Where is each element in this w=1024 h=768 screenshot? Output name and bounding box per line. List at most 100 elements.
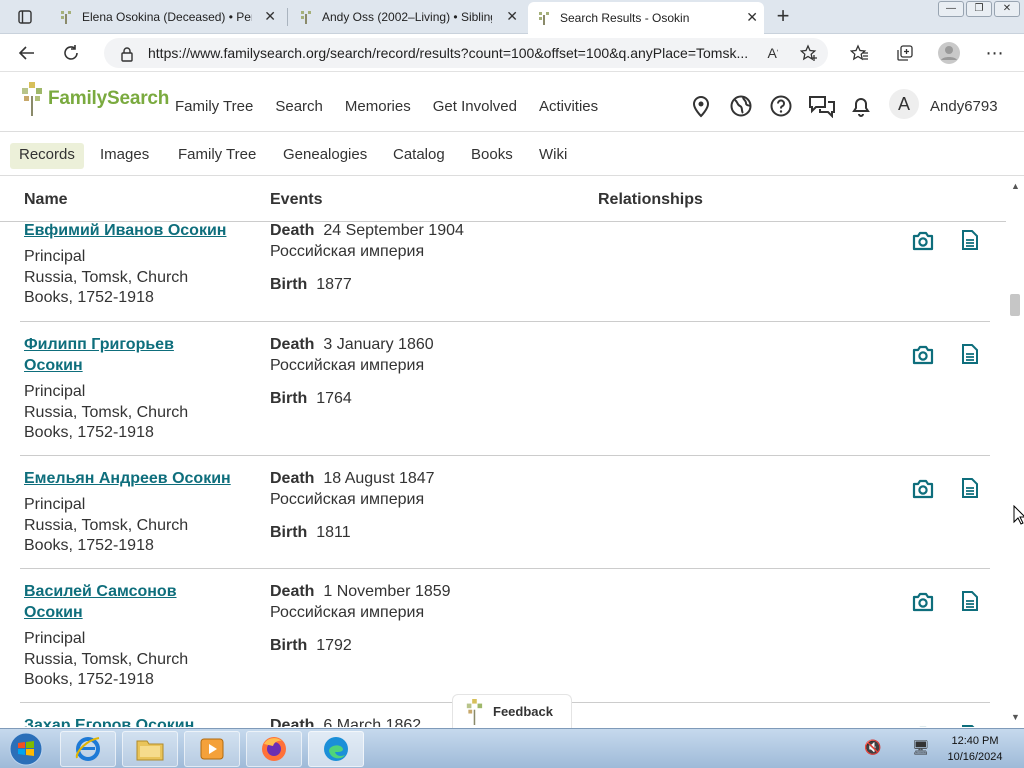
refresh-icon[interactable] <box>58 40 84 66</box>
address-bar[interactable]: https://www.familysearch.org/search/reco… <box>104 38 828 68</box>
death-label: Death <box>270 583 315 600</box>
scroll-down-arrow-icon[interactable]: ▼ <box>1011 712 1020 722</box>
close-tab-icon[interactable]: ✕ <box>506 8 518 25</box>
name-line-2[interactable]: Осокин <box>24 357 83 374</box>
taskbar-file-explorer[interactable] <box>122 731 178 767</box>
subnav-records[interactable]: Records <box>10 143 84 169</box>
name-line-2[interactable]: Осокин <box>24 604 83 621</box>
nav-family-tree[interactable]: Family Tree <box>175 98 253 115</box>
death-place: Российская империя <box>270 243 425 260</box>
familysearch-tree-icon <box>466 698 483 725</box>
feedback-button[interactable]: Feedback <box>452 694 572 728</box>
nav-memories[interactable]: Memories <box>345 98 411 115</box>
document-icon[interactable] <box>960 229 980 251</box>
name-line-1[interactable]: Василей Самсонов <box>24 583 177 600</box>
camera-icon[interactable] <box>911 478 935 500</box>
favorites-icon[interactable] <box>846 40 872 66</box>
document-icon[interactable] <box>960 343 980 365</box>
column-events-header[interactable]: Events <box>270 191 322 209</box>
close-tab-icon[interactable]: ✕ <box>746 9 758 26</box>
notifications-bell-icon[interactable] <box>849 94 873 118</box>
camera-icon[interactable] <box>911 591 935 613</box>
subnav-images[interactable]: Images <box>91 143 158 169</box>
person-name-link[interactable]: Емельян Андреев Осокин <box>24 468 254 489</box>
subnav-genealogies[interactable]: Genealogies <box>274 143 376 169</box>
internet-explorer-icon <box>75 737 100 761</box>
page-scrollbar[interactable]: ▲ ▼ <box>1006 176 1024 728</box>
birth-label: Birth <box>270 637 308 654</box>
username[interactable]: Andy6793 <box>930 98 998 115</box>
document-icon[interactable] <box>960 477 980 499</box>
mouse-cursor-icon <box>1013 505 1024 525</box>
logo-text: FamilySearch <box>48 88 170 109</box>
death-event: Death 1 November 1859 <box>270 581 451 602</box>
taskbar-edge[interactable] <box>308 731 364 767</box>
user-avatar[interactable]: A <box>889 89 919 119</box>
tab-actions-icon[interactable] <box>12 4 38 30</box>
network-disconnected-icon[interactable]: 🖥 <box>912 739 930 756</box>
table-row: Емельян Андреев Осокин Principal Russia,… <box>20 456 990 569</box>
volume-muted-icon[interactable]: 🔇 <box>864 739 881 756</box>
death-place: Российская империя <box>270 491 425 508</box>
person-name-link[interactable]: Василей Самсонов Осокин <box>24 581 254 623</box>
minimize-button[interactable]: — <box>938 1 964 17</box>
new-tab-icon[interactable]: + <box>770 3 796 29</box>
more-options-icon[interactable]: ⋯ <box>982 40 1008 66</box>
subnav-catalog[interactable]: Catalog <box>384 143 454 169</box>
column-relationships-header[interactable]: Relationships <box>598 191 703 209</box>
person-name-link[interactable]: Евфимий Иванов Осокин <box>24 222 254 241</box>
subnav-books[interactable]: Books <box>462 143 522 169</box>
read-aloud-icon[interactable]: Aʼ <box>760 40 786 66</box>
taskbar-internet-explorer[interactable] <box>60 731 116 767</box>
person-name-link[interactable]: Захар Егоров Осокин <box>24 715 254 727</box>
firefox-icon <box>262 737 286 761</box>
collection-line-1: Russia, Tomsk, Church <box>24 517 189 534</box>
browser-tab-3-active[interactable]: Search Results - Osokin ✕ <box>528 2 764 34</box>
name-line-1[interactable]: Филипп Григорьев <box>24 336 174 353</box>
taskbar-firefox[interactable] <box>246 731 302 767</box>
help-icon[interactable] <box>769 94 793 118</box>
tab-label: Search Results - Osokin <box>560 11 690 25</box>
back-arrow-icon[interactable] <box>14 40 40 66</box>
familysearch-logo[interactable]: FamilySearch <box>22 82 169 116</box>
browser-tab-2[interactable]: Andy Oss (2002–Living) • Sibling ✕ <box>290 4 524 30</box>
globe-icon[interactable] <box>729 94 753 118</box>
column-name-header[interactable]: Name <box>24 191 68 209</box>
scroll-up-arrow-icon[interactable]: ▲ <box>1011 181 1020 191</box>
sub-nav: Records Images Family Tree Genealogies C… <box>0 132 1024 176</box>
document-icon[interactable] <box>960 724 980 727</box>
nav-activities[interactable]: Activities <box>539 98 598 115</box>
birth-date: 1877 <box>316 276 352 293</box>
collection-line-2: Books, 1752-1918 <box>24 289 154 306</box>
camera-icon[interactable] <box>911 230 935 252</box>
map-pin-icon[interactable] <box>689 94 713 118</box>
collections-icon[interactable] <box>892 40 918 66</box>
close-tab-icon[interactable]: ✕ <box>264 8 276 25</box>
nav-get-involved[interactable]: Get Involved <box>433 98 517 115</box>
add-favorite-icon[interactable] <box>796 40 822 66</box>
camera-icon[interactable] <box>911 344 935 366</box>
death-place: Российская империя <box>270 604 425 621</box>
taskbar-media-player[interactable] <box>184 731 240 767</box>
browser-tab-1[interactable]: Elena Osokina (Deceased) • Perso ✕ <box>50 4 282 30</box>
birth-label: Birth <box>270 276 308 293</box>
windows-taskbar: 🔇 🖥 12:40 PM 10/16/2024 <box>0 728 1024 768</box>
table-row: Филипп Григорьев Осокин Principal Russia,… <box>20 322 990 456</box>
lock-icon[interactable] <box>114 41 140 67</box>
close-window-button[interactable]: ✕ <box>994 1 1020 17</box>
scrollbar-thumb[interactable] <box>1010 294 1020 316</box>
subnav-wiki[interactable]: Wiki <box>530 143 576 169</box>
subnav-family-tree[interactable]: Family Tree <box>169 143 265 169</box>
nav-search[interactable]: Search <box>275 98 323 115</box>
results-column-header: Name Events Relationships <box>0 176 1006 222</box>
messages-icon[interactable] <box>808 94 836 118</box>
birth-date: 1792 <box>316 637 352 654</box>
document-icon[interactable] <box>960 590 980 612</box>
death-label: Death <box>270 336 315 353</box>
start-button[interactable] <box>6 731 46 767</box>
profile-avatar-icon[interactable] <box>936 40 962 66</box>
person-name-link[interactable]: Филипп Григорьев Осокин <box>24 334 254 376</box>
maximize-button[interactable]: ❐ <box>966 1 992 17</box>
system-clock[interactable]: 12:40 PM 10/16/2024 <box>940 733 1010 765</box>
camera-icon[interactable] <box>911 725 935 727</box>
